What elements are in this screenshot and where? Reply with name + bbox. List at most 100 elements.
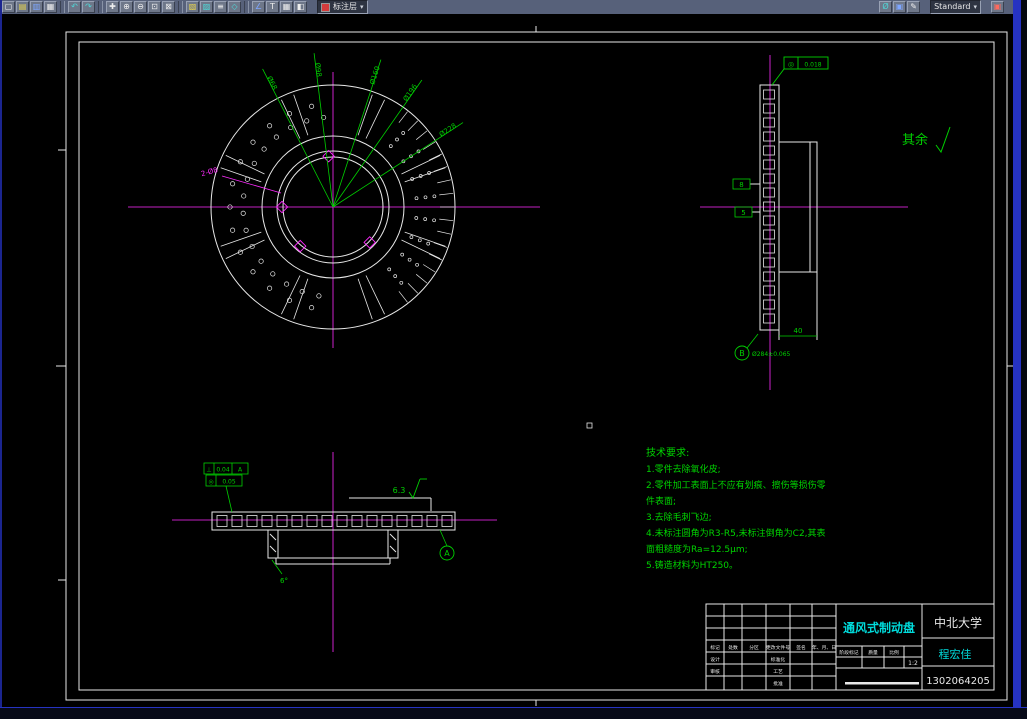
tb-cell: 年、月、日	[812, 644, 836, 651]
layer-states-icon[interactable]: ▨	[200, 1, 213, 13]
signature-line	[845, 682, 919, 685]
centerlines	[700, 55, 908, 390]
tolerance-symbol: ◎	[788, 61, 794, 69]
dim-label: Ø160	[368, 65, 381, 85]
angle-label: 6°	[280, 577, 288, 585]
layer-select-value: 标注层	[333, 2, 357, 11]
draw-order-icon[interactable]: ▣	[893, 1, 907, 13]
section-outline	[211, 497, 456, 565]
surface-note-text: 其余	[902, 132, 928, 148]
tolerance-value: 0.018	[804, 62, 821, 69]
layer-select[interactable]: 标注层 ▾	[317, 0, 368, 14]
fcf-symbol: ⊥	[206, 467, 211, 474]
tb-cell: 比例	[889, 649, 899, 656]
save-icon[interactable]: ▥	[30, 1, 43, 13]
tb-cell: 签名	[796, 644, 806, 651]
tb-cell: 审核	[710, 668, 720, 675]
tech-req-line: 3.去除毛刺飞边;	[646, 513, 712, 523]
roughness-check-icon	[935, 126, 951, 154]
table-icon[interactable]: ▦	[280, 1, 293, 13]
zoom-window-icon[interactable]: ⊡	[148, 1, 161, 13]
new-file-icon[interactable]: ▢	[2, 1, 15, 13]
dim-label: Ø196	[402, 82, 420, 102]
leader-line	[271, 559, 283, 575]
toolbar-separator	[98, 1, 103, 13]
side-view: ◎ 0.018 8 5 40 B Ø284±0.065	[700, 55, 908, 390]
fcf-symbol: ◎	[208, 479, 213, 486]
tech-req-line: 2.零件加工表面上不应有划痕、擦伤等损伤零	[646, 481, 826, 491]
layer-manager-icon[interactable]: ▧	[186, 1, 199, 13]
undo-icon[interactable]: ↶	[68, 1, 81, 13]
toolbar-separator	[178, 1, 183, 13]
tb-cell: 更改文件号	[766, 644, 790, 651]
centerlines	[128, 72, 540, 348]
text-style-icon[interactable]: T	[266, 1, 279, 13]
block-icon[interactable]: ◧	[294, 1, 307, 13]
window-border-outer	[1021, 0, 1027, 719]
style-select-value: Standard	[934, 2, 971, 11]
fcf-datum: A	[238, 467, 243, 474]
dim-label: 5	[741, 209, 745, 217]
dim-style-icon[interactable]: ∠	[252, 1, 265, 13]
plot-preview-icon[interactable]: ▣	[991, 1, 1004, 13]
leader-line	[439, 529, 448, 547]
fcf-value: 0.04	[216, 467, 230, 474]
scale-value: 1:2	[908, 660, 918, 667]
tech-req-line: 件表面;	[646, 497, 677, 507]
tech-req-title: 技术要求:	[646, 448, 690, 459]
tb-cell: 标记	[710, 644, 720, 651]
tech-req-line: 5.铸造材料为HT250。	[646, 561, 739, 571]
dim-label: Ø98	[313, 62, 323, 77]
dim-label: Ø68	[265, 75, 279, 91]
tb-cell: 阶段标记	[839, 649, 858, 656]
chevron-down-icon: ▾	[973, 3, 977, 11]
zoom-out-icon[interactable]: ⊖	[134, 1, 147, 13]
dim-label: Ø284±0.065	[752, 351, 791, 358]
surface-default-note: 其余	[902, 126, 951, 154]
tb-cell: 分区	[749, 644, 759, 651]
tb-cell: 质量	[868, 649, 878, 656]
title-block: 通风式制动盘 中北大学 程宏佳 1302064205 标记 处数 分区 更改文件…	[705, 603, 995, 691]
window-border-bottom[interactable]	[0, 707, 1027, 719]
front-view: Ø68 Ø98 Ø160 Ø196 Ø228 2-Ø8	[128, 53, 540, 348]
leader-line	[746, 333, 759, 349]
dim-label: 40	[794, 327, 803, 335]
roughness-check-icon	[408, 478, 427, 499]
zoom-extents-icon[interactable]: ⊠	[162, 1, 175, 13]
datum-label: B	[739, 349, 745, 358]
print-icon[interactable]: ▦	[44, 1, 57, 13]
dim-label: 8	[739, 181, 743, 189]
redo-icon[interactable]: ↷	[82, 1, 95, 13]
zoom-in-icon[interactable]: ⊕	[120, 1, 133, 13]
datum-label: A	[444, 549, 450, 558]
tb-cell: 处数	[728, 644, 738, 651]
tb-cell: 工艺	[773, 669, 783, 675]
toolbar: ▢ ▤ ▥ ▦ ↶ ↷ ✚ ⊕ ⊖ ⊡ ⊠ ▧ ▨ ≡ ◇ ∠ T ▦ ◧ 标注…	[0, 0, 1013, 14]
object-snap-icon[interactable]: ◇	[228, 1, 241, 13]
tb-cell: 标准化	[771, 656, 786, 663]
author-name: 程宏佳	[939, 647, 972, 661]
student-id: 1302064205	[926, 676, 990, 687]
university-name: 中北大学	[934, 615, 982, 630]
open-folder-icon[interactable]: ▤	[16, 1, 29, 13]
chevron-down-icon: ▾	[360, 3, 364, 11]
window-border-left	[0, 0, 2, 719]
vent-channel-cells	[763, 89, 775, 324]
drawing-canvas[interactable]: Ø68 Ø98 Ø160 Ø196 Ø228 2-Ø8 ◎ 0.018 8 5 …	[0, 14, 1027, 719]
fcf-value: 0.05	[222, 479, 236, 486]
part-name: 通风式制动盘	[843, 620, 915, 635]
toolbar-separator	[60, 1, 65, 13]
tech-req-line: 面粗糙度为Ra=12.5μm;	[646, 545, 748, 555]
radial-dim-lines	[262, 53, 464, 208]
vent-channel-cells	[216, 515, 453, 527]
linetype-icon[interactable]: ≡	[214, 1, 227, 13]
style-select[interactable]: Standard ▾	[930, 0, 981, 14]
edit-pencil-icon[interactable]: ✎	[907, 1, 921, 13]
window-border-right[interactable]	[1013, 0, 1021, 719]
toolbar-separator	[244, 1, 249, 13]
pan-icon[interactable]: ✚	[106, 1, 119, 13]
measure-icon[interactable]: Ø	[879, 1, 893, 13]
section-outline	[750, 84, 818, 340]
tech-req-line: 1.零件去除氧化皮;	[646, 465, 721, 475]
tb-cell: 批准	[773, 680, 783, 687]
